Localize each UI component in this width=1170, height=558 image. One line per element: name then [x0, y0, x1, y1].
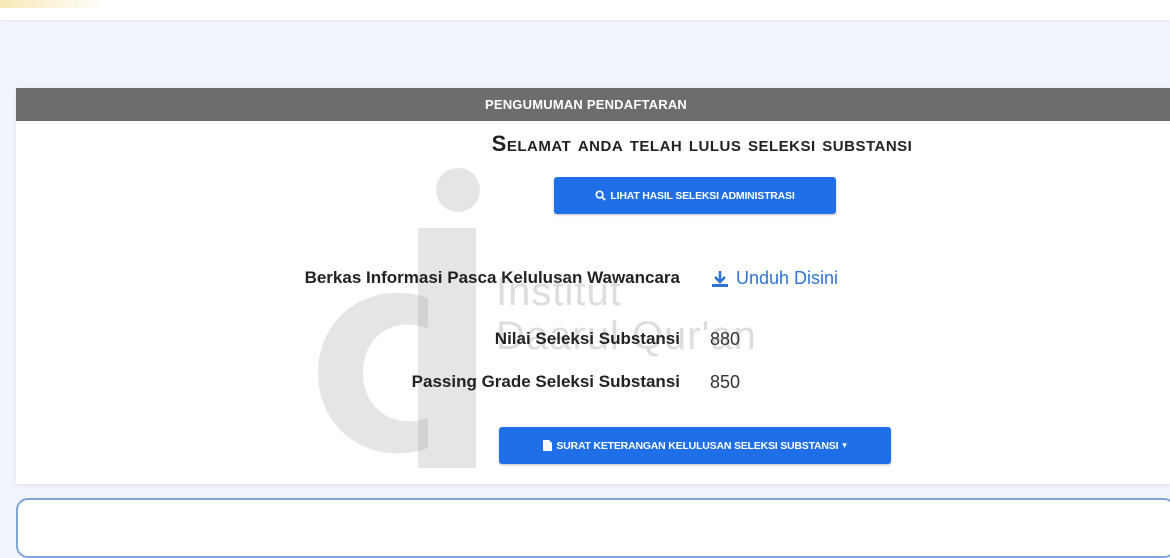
berkas-info-label: Berkas Informasi Pasca Kelulusan Wawanca… — [304, 268, 680, 287]
download-link-label: Unduh Disini — [736, 268, 839, 288]
chevron-down-icon: ▾ — [842, 440, 847, 450]
passing-grade-value: 850 — [710, 372, 741, 392]
success-headline: Selamat anda telah lulus seleksi substan… — [491, 131, 913, 156]
download-link[interactable]: Unduh Disini — [710, 268, 838, 289]
top-navbar — [0, 0, 1170, 20]
announcement-header-title: PENGUMUMAN PENDAFTARAN — [484, 97, 688, 112]
download-icon — [712, 270, 728, 287]
certificate-button-label: SURAT KETERANGAN KELULUSAN SELEKSI SUBST… — [556, 439, 839, 452]
announcement-card: PENGUMUMAN PENDAFTARAN Selamat anda tela… — [16, 88, 1170, 484]
view-admin-result-label: LIHAT HASIL SELEKSI ADMINISTRASI — [610, 189, 795, 202]
announcement-header: PENGUMUMAN PENDAFTARAN — [16, 88, 1170, 121]
file-icon — [543, 440, 553, 451]
watermark-logo — [318, 168, 480, 468]
view-admin-result-button[interactable]: LIHAT HASIL SELEKSI ADMINISTRASI — [554, 177, 836, 214]
certificate-dropdown-button[interactable]: SURAT KETERANGAN KELULUSAN SELEKSI SUBST… — [499, 427, 891, 464]
secondary-card — [16, 498, 1170, 558]
nilai-seleksi-label: Nilai Seleksi Substansi — [494, 329, 680, 348]
navbar-logo-fragment — [0, 0, 110, 8]
passing-grade-label: Passing Grade Seleksi Substansi — [411, 372, 680, 391]
nilai-seleksi-value: 880 — [710, 329, 741, 349]
search-icon — [595, 190, 607, 201]
